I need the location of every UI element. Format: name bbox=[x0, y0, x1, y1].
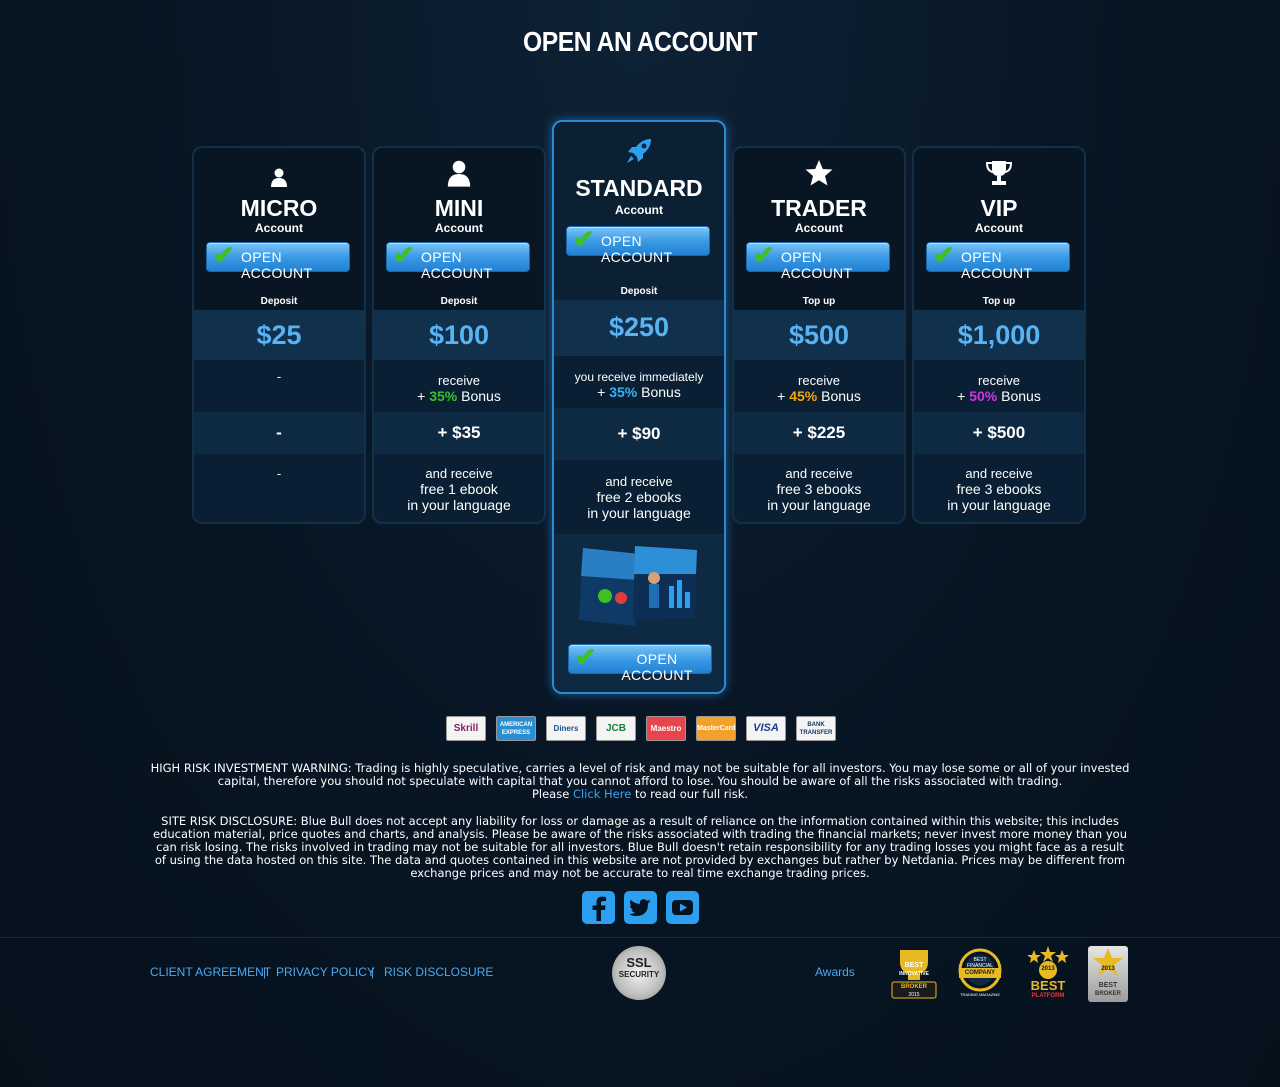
card-name: VIP bbox=[980, 195, 1018, 221]
risk-disclosure-link[interactable]: RISK DISCLOSURE bbox=[384, 965, 493, 979]
card-name: MINI bbox=[434, 195, 484, 221]
privacy-policy-link[interactable]: PRIVACY POLICY bbox=[276, 965, 375, 979]
account-card-micro: MICRO Account ✔ OPEN ACCOUNT Deposit $25… bbox=[192, 146, 366, 524]
trophy-icon bbox=[914, 159, 1084, 192]
jcb-icon: JCB bbox=[596, 716, 636, 741]
bonus-text: receive + 45% Bonus bbox=[734, 360, 904, 412]
awards-label: Awards bbox=[815, 965, 855, 979]
deposit-label: Deposit bbox=[440, 296, 478, 307]
card-name: MICRO bbox=[240, 195, 318, 221]
footer-separator: | bbox=[263, 965, 267, 979]
risk-warning: HIGH RISK INVESTMENT WARNING: Trading is… bbox=[150, 761, 1130, 801]
open-account-button[interactable]: ✔ OPEN ACCOUNT bbox=[746, 240, 890, 281]
ebook-text: and receive free 2 ebooks in your langua… bbox=[554, 460, 724, 534]
rocket-icon bbox=[554, 136, 724, 171]
star-icon bbox=[734, 158, 904, 193]
bonus-text: receive + 50% Bonus bbox=[914, 360, 1084, 412]
checkmark-icon: ✔ bbox=[393, 240, 415, 270]
card-sub: Account bbox=[615, 203, 663, 217]
card-sub: Account bbox=[975, 221, 1023, 235]
client-agreement-link[interactable]: CLIENT AGREEMENT bbox=[150, 965, 271, 979]
bonus-text: receive + 35% Bonus bbox=[374, 360, 544, 412]
bank-transfer-icon: BANK TRANSFER bbox=[796, 716, 836, 741]
card-sub: Account bbox=[435, 221, 483, 235]
open-account-button-bottom[interactable]: ✔ OPEN ACCOUNT bbox=[568, 642, 712, 683]
bonus-amount: + $225 bbox=[734, 412, 904, 454]
bonus-text: you receive immediately + 35% Bonus bbox=[554, 356, 724, 408]
checkmark-icon: ✔ bbox=[575, 642, 597, 672]
deposit-price: $250 bbox=[554, 300, 724, 356]
account-card-vip: VIP Account ✔ OPEN ACCOUNT Top up $1,000… bbox=[912, 146, 1086, 524]
open-account-button[interactable]: ✔ OPEN ACCOUNT bbox=[566, 224, 710, 265]
page-title: OPEN AN ACCOUNT bbox=[523, 26, 757, 57]
ebook-text: and receive free 1 ebook in your languag… bbox=[374, 454, 544, 522]
bonus-amount: + $90 bbox=[554, 408, 724, 460]
bonus-amount: + $500 bbox=[914, 412, 1084, 454]
open-account-button[interactable]: ✔ OPEN ACCOUNT bbox=[206, 240, 350, 281]
checkmark-icon: ✔ bbox=[753, 240, 775, 270]
facebook-icon[interactable] bbox=[582, 891, 615, 924]
checkmark-icon: ✔ bbox=[573, 224, 595, 254]
ssl-security-badge: SSL SECURITY bbox=[612, 946, 666, 1000]
account-card-standard: STANDARD Account ✔ OPEN ACCOUNT Deposit … bbox=[552, 120, 726, 694]
bonus-text: - bbox=[194, 360, 364, 412]
deposit-price: $100 bbox=[374, 310, 544, 360]
deposit-price: $500 bbox=[734, 310, 904, 360]
mastercard-icon: MasterCard bbox=[696, 716, 736, 741]
youtube-icon[interactable] bbox=[666, 891, 699, 924]
account-card-mini: MINI Account ✔ OPEN ACCOUNT Deposit $100… bbox=[372, 146, 546, 524]
visa-icon: VISA bbox=[746, 716, 786, 741]
open-account-button[interactable]: ✔ OPEN ACCOUNT bbox=[386, 240, 530, 281]
deposit-price: $25 bbox=[194, 310, 364, 360]
topup-label: Top up bbox=[802, 296, 836, 307]
maestro-icon: Maestro bbox=[646, 716, 686, 741]
deposit-label: Deposit bbox=[620, 286, 658, 297]
open-account-button[interactable]: ✔ OPEN ACCOUNT bbox=[926, 240, 1070, 281]
amex-icon: AMERICAN EXPRESS bbox=[496, 716, 536, 741]
bonus-amount: - bbox=[194, 412, 364, 454]
deposit-price: $1,000 bbox=[914, 310, 1084, 360]
card-sub: Account bbox=[795, 221, 843, 235]
award-best-platform: 2013 BEST PLATFORM bbox=[1026, 946, 1070, 1002]
card-name: TRADER bbox=[771, 195, 867, 221]
ebook-text: and receive free 3 ebooks in your langua… bbox=[914, 454, 1084, 522]
skrill-icon: Skrill bbox=[446, 716, 486, 741]
award-best-financial-company: BEST FINANCIAL COMPANY TRADING MAGAZINE bbox=[953, 946, 1007, 1002]
diners-icon: Diners bbox=[546, 716, 586, 741]
site-risk-disclosure: SITE RISK DISCLOSURE: Blue Bull does not… bbox=[153, 814, 1127, 880]
twitter-icon[interactable] bbox=[624, 891, 657, 924]
user-icon bbox=[374, 160, 544, 193]
checkmark-icon: ✔ bbox=[933, 240, 955, 270]
checkmark-icon: ✔ bbox=[213, 240, 235, 270]
card-name: STANDARD bbox=[575, 175, 703, 201]
ebook-text: and receive free 3 ebooks in your langua… bbox=[734, 454, 904, 522]
user-icon bbox=[194, 168, 364, 193]
award-best-innovative-broker: BEST INNOVATIVE BROKER 2015 bbox=[888, 946, 940, 1002]
ebook-text: - bbox=[194, 454, 364, 522]
topup-label: Top up bbox=[982, 296, 1016, 307]
footer-separator: | bbox=[371, 965, 375, 979]
click-here-link[interactable]: Click Here bbox=[573, 787, 631, 801]
footer-divider bbox=[0, 937, 1280, 938]
account-card-trader: TRADER Account ✔ OPEN ACCOUNT Top up $50… bbox=[732, 146, 906, 524]
deposit-label: Deposit bbox=[260, 296, 298, 307]
award-best-broker: 2013 BEST BROKER bbox=[1088, 946, 1128, 1002]
ebooks-image: ✔ OPEN ACCOUNT bbox=[554, 534, 724, 692]
bonus-amount: + $35 bbox=[374, 412, 544, 454]
card-sub: Account bbox=[255, 221, 303, 235]
